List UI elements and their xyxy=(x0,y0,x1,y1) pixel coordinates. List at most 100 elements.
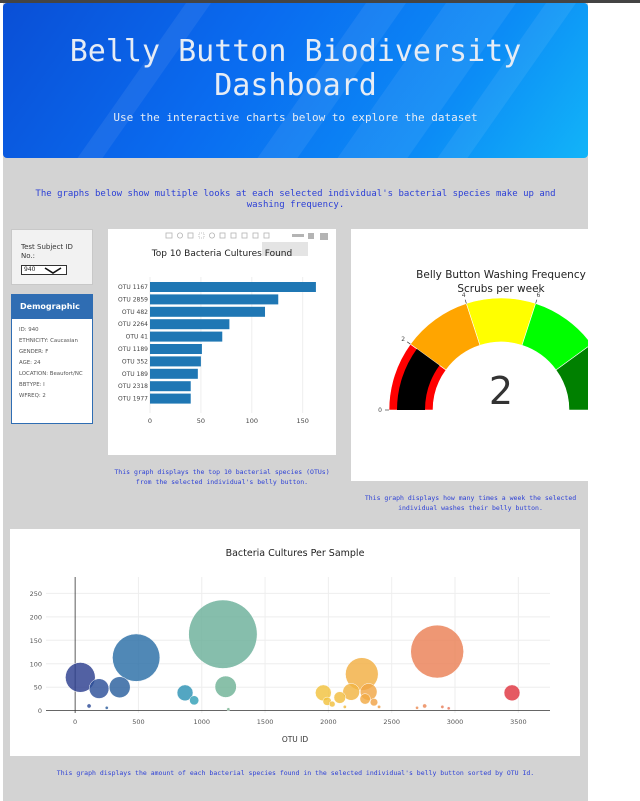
bubble-point[interactable] xyxy=(369,698,379,707)
subject-id-select[interactable]: 940 xyxy=(21,265,67,275)
demographic-field: ETHNICITY: Caucasian xyxy=(19,338,78,344)
bar-mark[interactable] xyxy=(150,368,198,379)
bubble-y-tick-label: 0 xyxy=(38,707,42,715)
bubble-point[interactable] xyxy=(189,695,200,706)
header-jumbotron: Belly Button Biodiversity Dashboard Use … xyxy=(3,3,588,158)
bar-x-tick-label: 150 xyxy=(296,417,308,425)
bubble-point[interactable] xyxy=(446,706,451,711)
gauge-tick xyxy=(535,299,538,304)
bubble-point[interactable] xyxy=(188,599,258,669)
modebar-box-select-icon[interactable] xyxy=(198,232,205,239)
bar-x-tick-label: 100 xyxy=(246,417,258,425)
bubble-point[interactable] xyxy=(108,676,131,698)
bubble-point[interactable] xyxy=(104,705,109,710)
gauge-tick-label: 6 xyxy=(536,292,540,299)
bar-chart-title: Top 10 Bacteria Cultures Found xyxy=(151,249,292,259)
bar-mark[interactable] xyxy=(150,393,191,404)
modebar-pan-icon[interactable] xyxy=(187,232,194,239)
bar-y-tick-label: OTU 1189 xyxy=(118,346,148,353)
bubble-x-tick-label: 500 xyxy=(132,718,144,726)
bar-chart: Top 10 Bacteria Cultures Found OTU 1167 O… xyxy=(118,232,328,425)
modebar-autoscale-icon[interactable] xyxy=(241,232,248,239)
modebar-hover-closest-icon[interactable] xyxy=(292,234,304,237)
bubble-point[interactable] xyxy=(415,705,419,710)
bubble-point[interactable] xyxy=(440,704,445,709)
bubble-point[interactable] xyxy=(503,684,521,702)
demographic-field: GENDER: F xyxy=(19,349,49,355)
modebar-zoom-icon[interactable] xyxy=(177,232,184,239)
bubble-x-tick-label: 0 xyxy=(73,718,77,726)
demographic-info-list: ID: 940 ETHNICITY: Caucasian GENDER: F AGE:… xyxy=(12,319,92,400)
bubble-x-tick-label: 2500 xyxy=(383,718,400,726)
page-subtitle: Use the interactive charts below to expl… xyxy=(113,111,478,124)
modebar-zoom-in-icon[interactable] xyxy=(219,232,226,239)
chevron-down-icon xyxy=(44,267,62,274)
bar-x-tick-label: 0 xyxy=(148,417,152,425)
bubble-point[interactable] xyxy=(377,704,381,709)
page-title: Belly Button Biodiversity Dashboard xyxy=(69,34,522,103)
bubble-point[interactable] xyxy=(333,691,346,704)
bar-mark[interactable] xyxy=(150,319,230,330)
bubble-point[interactable] xyxy=(86,703,92,709)
bar-mark[interactable] xyxy=(150,331,223,342)
bar-mark[interactable] xyxy=(150,344,202,354)
bubble-y-tick-label: 150 xyxy=(30,637,42,645)
dashboard-page: Belly Button Biodiversity Dashboard Use … xyxy=(3,3,626,801)
bubble-x-tick-label: 1500 xyxy=(257,718,274,726)
modebar-zoom-out-icon[interactable] xyxy=(230,232,237,239)
bar-y-tick-label: OTU 2264 xyxy=(118,321,148,328)
bubble-point[interactable] xyxy=(422,703,427,709)
modebar-camera-icon[interactable] xyxy=(165,232,173,239)
bubble-point[interactable] xyxy=(214,675,237,698)
bubble-chart-caption: This graph displays the amount of each b… xyxy=(56,769,535,777)
bubble-point[interactable] xyxy=(226,707,231,712)
bubble-y-tick-label: 50 xyxy=(34,684,42,692)
bar-x-tick-label: 50 xyxy=(197,417,205,425)
gauge-tick xyxy=(464,299,467,304)
gauge-chart: Belly Button Washing Frequency Scrubs pe… xyxy=(378,269,626,414)
bubble-chart: Bacteria Cultures Per Sample 0 50 100 150 20… xyxy=(30,548,550,744)
bubble-point[interactable] xyxy=(88,678,110,699)
gauge-tick xyxy=(406,341,411,345)
bar-y-tick-label: OTU 1167 xyxy=(118,284,148,291)
bar-y-tick-label: OTU 189 xyxy=(122,371,148,378)
subject-id-value: 940 xyxy=(24,266,36,273)
bar-mark[interactable] xyxy=(150,294,279,305)
demographic-field: BBTYPE: I xyxy=(19,382,45,388)
modebar xyxy=(165,232,328,240)
bar-mark[interactable] xyxy=(150,282,316,292)
bar-chart-panel: Top 10 Bacteria Cultures Found OTU 1167 O… xyxy=(108,229,336,455)
demographic-info-title: Demographic Info xyxy=(12,295,92,335)
bubble-chart-panel: Bacteria Cultures Per Sample 0 50 100 150 20… xyxy=(10,529,580,756)
bubble-point[interactable] xyxy=(342,704,347,709)
demographic-field: LOCATION: Beaufort/NC xyxy=(19,371,83,377)
bubble-x-tick-label: 3000 xyxy=(447,718,464,726)
bubble-point[interactable] xyxy=(359,693,371,705)
bar-mark[interactable] xyxy=(150,356,201,367)
modebar-spike-icon[interactable] xyxy=(263,232,270,239)
demographic-field: ID: 940 xyxy=(19,327,39,333)
demographic-field: AGE: 24 xyxy=(19,360,41,366)
modebar-reset-icon[interactable] xyxy=(252,232,259,239)
bubble-x-tick-label: 3500 xyxy=(510,718,527,726)
bar-y-tick-label: OTU 482 xyxy=(122,309,148,316)
bubble-x-tick-label: 2000 xyxy=(320,718,337,726)
bubble-x-axis-label: OTU ID xyxy=(282,735,309,744)
gauge-tick-label: 4 xyxy=(462,292,466,299)
gauge-subtitle: Scrubs per week xyxy=(457,283,545,295)
gauge-chart-panel: Belly Button Washing Frequency Scrubs pe… xyxy=(351,229,626,481)
bar-y-tick-label: OTU 2318 xyxy=(118,383,148,390)
modebar-lasso-icon[interactable] xyxy=(209,232,216,239)
bar-y-tick-label: OTU 352 xyxy=(122,358,148,365)
bar-mark[interactable] xyxy=(150,381,191,392)
bubble-point[interactable] xyxy=(329,700,336,708)
demographic-field: WFREQ: 2 xyxy=(19,393,46,399)
bar-chart-caption: This graph displays the top 10 bacterial… xyxy=(114,468,330,486)
bubble-x-tick-label: 1000 xyxy=(193,718,210,726)
gauge-tick-label: 0 xyxy=(378,407,382,414)
bar-mark[interactable] xyxy=(150,306,266,317)
plotly-logo-icon[interactable] xyxy=(320,233,328,240)
bubble-point[interactable] xyxy=(112,633,161,682)
modebar-hover-compare-icon[interactable] xyxy=(308,233,314,239)
bubble-point[interactable] xyxy=(410,624,464,679)
